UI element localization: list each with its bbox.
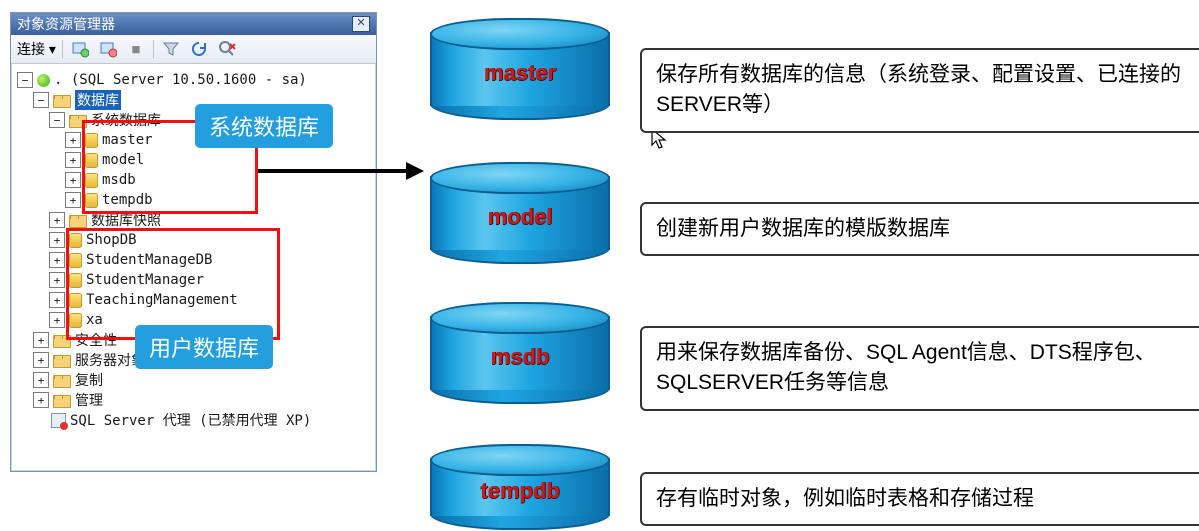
- replication-label: 复制: [75, 370, 103, 390]
- explorer-title-text: 对象资源管理器: [17, 13, 115, 35]
- tree-management[interactable]: + 管理: [17, 390, 372, 410]
- databases-label: 数据库: [75, 90, 121, 110]
- search-remove-icon[interactable]: [216, 38, 238, 60]
- expand-icon[interactable]: +: [65, 132, 81, 148]
- separator: [62, 40, 63, 58]
- cylinder-tempdb-label: tempdb: [430, 478, 610, 504]
- desc-master-text: 保存所有数据库的信息（系统登录、配置设置、已连接的SERVER等）: [656, 63, 1181, 116]
- management-label: 管理: [75, 390, 103, 410]
- desc-model: 创建新用户数据库的模版数据库: [640, 202, 1199, 256]
- separator: [153, 40, 154, 58]
- filter-icon[interactable]: [160, 38, 182, 60]
- cylinder-master-label: master: [430, 60, 610, 86]
- expand-icon[interactable]: +: [33, 372, 49, 388]
- cylinder-msdb-label: msdb: [430, 344, 610, 370]
- close-icon[interactable]: ✕: [352, 16, 370, 32]
- expand-icon[interactable]: +: [33, 392, 49, 408]
- folder-icon: [53, 375, 71, 388]
- agent-icon: [51, 413, 66, 428]
- highlight-user-databases: [66, 228, 280, 340]
- folder-icon: [53, 395, 71, 408]
- folder-icon: [53, 95, 71, 108]
- expand-icon[interactable]: +: [33, 332, 49, 348]
- collapse-icon[interactable]: −: [17, 72, 33, 88]
- desc-msdb: 用来保存数据库备份、SQL Agent信息、DTS程序包、SQLSERVER任务…: [640, 326, 1199, 411]
- expand-icon[interactable]: +: [65, 192, 81, 208]
- tree-server-root[interactable]: − . (SQL Server 10.50.1600 - sa): [17, 70, 372, 90]
- desc-msdb-text: 用来保存数据库备份、SQL Agent信息、DTS程序包、SQLSERVER任务…: [656, 341, 1156, 394]
- explorer-toolbar: 连接 ▾ ■: [11, 35, 376, 64]
- expand-icon[interactable]: +: [49, 312, 65, 328]
- desc-tempdb-text: 存有临时对象，例如临时表格和存储过程: [656, 487, 1034, 510]
- cylinder-tempdb: tempdb: [430, 444, 610, 530]
- server-label: . (SQL Server 10.50.1600 - sa): [54, 72, 307, 88]
- callout-user-db: 用户数据库: [135, 325, 273, 369]
- desc-model-text: 创建新用户数据库的模版数据库: [656, 217, 950, 240]
- chevron-down-icon: ▾: [49, 41, 56, 57]
- cylinder-model: model: [430, 162, 610, 264]
- folder-icon: [53, 355, 71, 368]
- explorer-titlebar[interactable]: 对象资源管理器 ✕: [11, 13, 376, 35]
- expand-icon[interactable]: +: [49, 272, 65, 288]
- arrow-icon: [256, 156, 426, 186]
- cylinder-model-label: model: [430, 204, 610, 230]
- desc-master: 保存所有数据库的信息（系统登录、配置设置、已连接的SERVER等）: [640, 48, 1199, 133]
- connect-button[interactable]: 连接 ▾: [17, 39, 56, 59]
- refresh-icon[interactable]: [188, 38, 210, 60]
- expand-icon[interactable]: +: [49, 252, 65, 268]
- expand-icon[interactable]: +: [33, 352, 49, 368]
- expand-icon[interactable]: +: [49, 212, 65, 228]
- tree-sql-agent[interactable]: SQL Server 代理 (已禁用代理 XP): [17, 410, 372, 430]
- expand-icon[interactable]: +: [49, 232, 65, 248]
- disconnect-icon[interactable]: [97, 38, 119, 60]
- folder-icon: [69, 215, 87, 228]
- callout-system-db: 系统数据库: [195, 104, 333, 148]
- agent-label: SQL Server 代理 (已禁用代理 XP): [70, 410, 311, 430]
- desc-tempdb: 存有临时对象，例如临时表格和存储过程: [640, 472, 1199, 526]
- connect-object-icon[interactable]: [69, 38, 91, 60]
- expand-icon[interactable]: +: [49, 292, 65, 308]
- tree-replication[interactable]: + 复制: [17, 370, 372, 390]
- connect-label: 连接: [17, 41, 45, 57]
- cylinder-msdb: msdb: [430, 302, 610, 404]
- cylinder-master: master: [430, 18, 610, 120]
- collapse-icon[interactable]: −: [33, 92, 49, 108]
- stop-icon[interactable]: ■: [125, 38, 147, 60]
- expand-icon[interactable]: +: [65, 152, 81, 168]
- expand-icon[interactable]: +: [65, 172, 81, 188]
- collapse-icon[interactable]: −: [49, 112, 65, 128]
- server-icon: [37, 74, 50, 87]
